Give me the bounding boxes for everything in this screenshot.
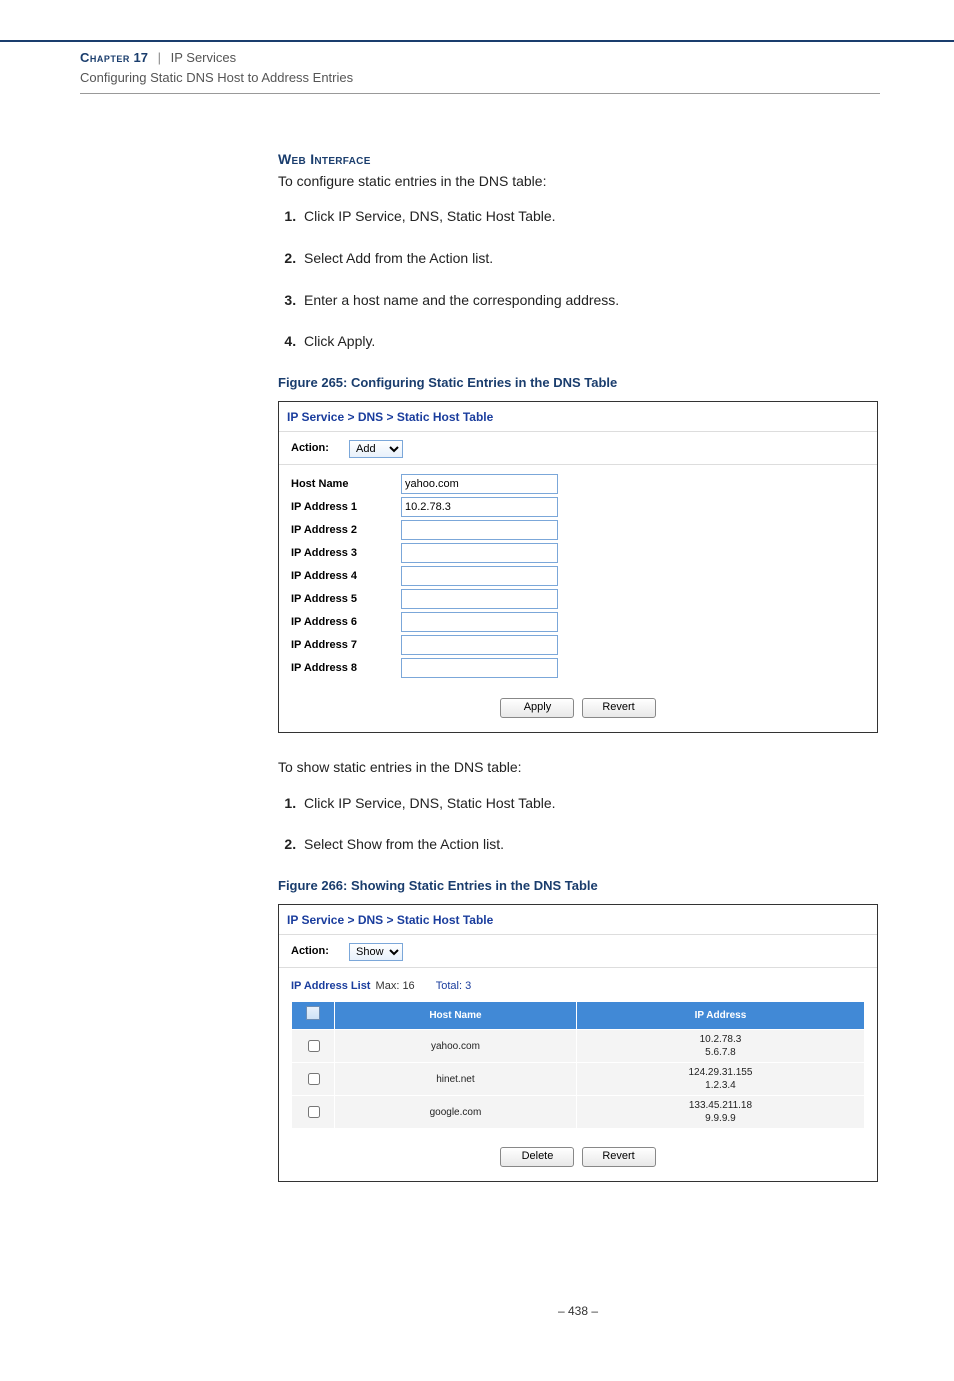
- action-select-add[interactable]: Add: [349, 440, 403, 458]
- ip-address-input-3[interactable]: [401, 543, 558, 563]
- action-select-show[interactable]: Show: [349, 943, 403, 961]
- revert-button-show[interactable]: Revert: [582, 1147, 656, 1167]
- field-row: IP Address 5: [291, 588, 865, 611]
- field-row: IP Address 2: [291, 519, 865, 542]
- show-step-2: Select Show from the Action list.: [300, 834, 878, 856]
- ip-address-input-1[interactable]: [401, 497, 558, 517]
- delete-button[interactable]: Delete: [500, 1147, 574, 1167]
- col-hostname: Host Name: [335, 1001, 577, 1030]
- panel-show-breadcrumb: IP Service > DNS > Static Host Table: [279, 905, 877, 935]
- header-rule: [80, 93, 880, 94]
- row-checkbox-cell: [292, 1096, 335, 1129]
- row-checkbox-cell: [292, 1030, 335, 1063]
- field-label: IP Address 6: [291, 614, 401, 631]
- panel-add-breadcrumb: IP Service > DNS > Static Host Table: [279, 402, 877, 432]
- apply-button[interactable]: Apply: [500, 698, 574, 718]
- col-ipaddress: IP Address: [576, 1001, 864, 1030]
- show-intro: To show static entries in the DNS table:: [278, 757, 878, 779]
- field-row: IP Address 6: [291, 611, 865, 634]
- figure-265-caption: Figure 265: Configuring Static Entries i…: [278, 373, 878, 393]
- row-checkbox[interactable]: [308, 1040, 320, 1052]
- step-2: Select Add from the Action list.: [300, 248, 878, 270]
- cell-hostname: google.com: [335, 1096, 577, 1129]
- ip-address-input-2[interactable]: [401, 520, 558, 540]
- field-label: IP Address 1: [291, 499, 401, 516]
- chapter-label: Chapter: [80, 50, 130, 65]
- hostname-input[interactable]: [401, 474, 558, 494]
- ip-fields: Host Name IP Address 1 IP Address 2 IP Addr…: [291, 473, 865, 680]
- field-row: IP Address 3: [291, 542, 865, 565]
- revert-button-add[interactable]: Revert: [582, 698, 656, 718]
- header-checkbox[interactable]: [306, 1006, 320, 1020]
- ip-list-header: IP Address List Max: 16 Total: 3: [291, 974, 865, 1001]
- field-row: IP Address 1: [291, 496, 865, 519]
- separator: |: [158, 50, 161, 65]
- field-row: Host Name: [291, 473, 865, 496]
- field-label: Host Name: [291, 476, 401, 493]
- ip-address-input-7[interactable]: [401, 635, 558, 655]
- step-1: Click IP Service, DNS, Static Host Table…: [300, 206, 878, 228]
- field-row: IP Address 7: [291, 634, 865, 657]
- row-checkbox[interactable]: [308, 1106, 320, 1118]
- configure-steps: Click IP Service, DNS, Static Host Table…: [278, 206, 878, 353]
- intro-text: To configure static entries in the DNS t…: [278, 171, 878, 193]
- field-row: IP Address 8: [291, 657, 865, 680]
- action-label-show: Action:: [291, 943, 349, 960]
- step-3: Enter a host name and the corresponding …: [300, 290, 878, 312]
- field-label: IP Address 4: [291, 568, 401, 585]
- step-4: Click Apply.: [300, 331, 878, 353]
- ip-address-input-4[interactable]: [401, 566, 558, 586]
- ip-address-input-8[interactable]: [401, 658, 558, 678]
- ip-list-max: Max: 16: [376, 980, 415, 992]
- cell-hostname: yahoo.com: [335, 1030, 577, 1063]
- ip-address-table: Host Name IP Address yahoo.com10.2.78.35…: [291, 1001, 865, 1130]
- table-row: yahoo.com10.2.78.35.6.7.8: [292, 1030, 865, 1063]
- cell-ip: 10.2.78.35.6.7.8: [576, 1030, 864, 1063]
- table-row: hinet.net124.29.31.1551.2.3.4: [292, 1063, 865, 1096]
- figure-266-panel: IP Service > DNS > Static Host Table Act…: [278, 904, 878, 1182]
- field-label: IP Address 2: [291, 522, 401, 539]
- field-label: IP Address 7: [291, 637, 401, 654]
- figure-265-panel: IP Service > DNS > Static Host Table Act…: [278, 401, 878, 733]
- running-header: Chapter 17 | IP Services Configuring Sta…: [80, 48, 954, 87]
- page-number: – 438 –: [278, 1302, 878, 1321]
- action-label: Action:: [291, 440, 349, 457]
- field-row: IP Address 4: [291, 565, 865, 588]
- add-button-bar: Apply Revert: [291, 698, 865, 718]
- show-step-1: Click IP Service, DNS, Static Host Table…: [300, 793, 878, 815]
- row-checkbox-cell: [292, 1063, 335, 1096]
- cell-hostname: hinet.net: [335, 1063, 577, 1096]
- action-row-add: Action: Add: [291, 440, 865, 458]
- figure-266-caption: Figure 266: Showing Static Entries in th…: [278, 876, 878, 896]
- ip-address-input-6[interactable]: [401, 612, 558, 632]
- action-row-show: Action: Show: [291, 943, 865, 961]
- row-checkbox[interactable]: [308, 1073, 320, 1085]
- table-row: google.com133.45.211.189.9.9.9: [292, 1096, 865, 1129]
- field-label: IP Address 5: [291, 591, 401, 608]
- top-rule: [0, 40, 954, 42]
- field-label: IP Address 3: [291, 545, 401, 562]
- section-title: Configuring Static DNS Host to Address E…: [80, 70, 353, 85]
- show-steps: Click IP Service, DNS, Static Host Table…: [278, 793, 878, 856]
- web-interface-heading: Web Interface: [278, 149, 878, 171]
- field-label: IP Address 8: [291, 660, 401, 677]
- show-button-bar: Delete Revert: [291, 1147, 865, 1167]
- ip-list-title: IP Address List: [291, 980, 370, 992]
- ip-address-input-5[interactable]: [401, 589, 558, 609]
- chapter-title: IP Services: [171, 50, 237, 65]
- col-checkbox: [292, 1001, 335, 1030]
- cell-ip: 133.45.211.189.9.9.9: [576, 1096, 864, 1129]
- chapter-number: 17: [134, 50, 148, 65]
- ip-list-total: Total: 3: [436, 980, 471, 992]
- cell-ip: 124.29.31.1551.2.3.4: [576, 1063, 864, 1096]
